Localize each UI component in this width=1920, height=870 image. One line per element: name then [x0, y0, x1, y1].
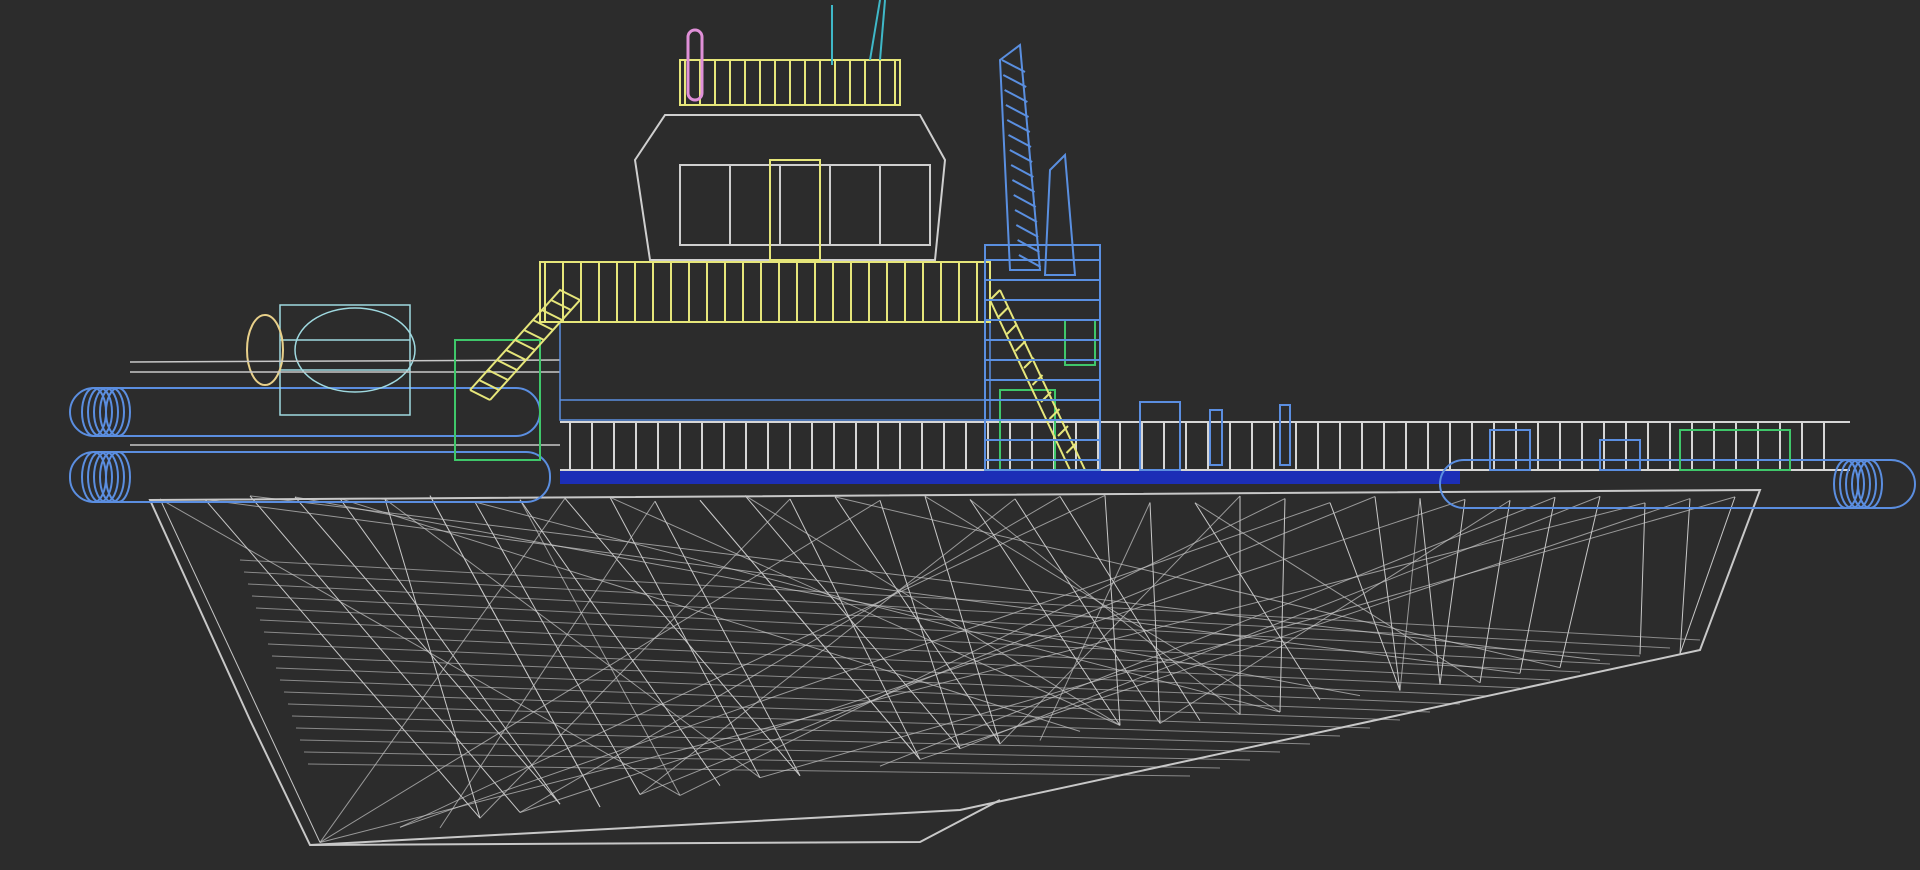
- deck-strip: [560, 470, 1460, 484]
- wireframe-scene: [0, 0, 1920, 870]
- 3d-viewport[interactable]: [0, 0, 1920, 870]
